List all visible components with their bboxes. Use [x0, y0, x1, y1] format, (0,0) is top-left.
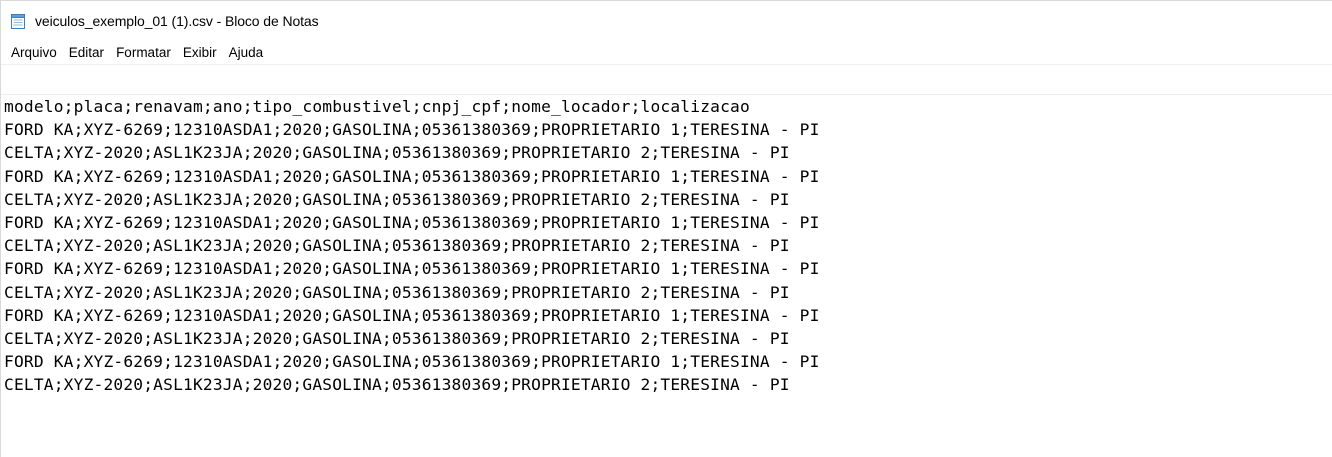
text-line: CELTA;XYZ-2020;ASL1K23JA;2020;GASOLINA;0…: [4, 143, 790, 163]
text-line: FORD KA;XYZ-6269;12310ASDA1;2020;GASOLIN…: [4, 259, 820, 279]
window-title: veiculos_exemplo_01 (1).csv - Bloco de N…: [35, 13, 319, 29]
text-line: FORD KA;XYZ-6269;12310ASDA1;2020;GASOLIN…: [4, 305, 820, 325]
text-editor-area[interactable]: modelo;placa;renavam;ano;tipo_combustive…: [1, 94, 1332, 457]
text-line: CELTA;XYZ-2020;ASL1K23JA;2020;GASOLINA;0…: [4, 189, 790, 209]
text-line: CELTA;XYZ-2020;ASL1K23JA;2020;GASOLINA;0…: [4, 375, 790, 395]
title-bar[interactable]: veiculos_exemplo_01 (1).csv - Bloco de N…: [1, 1, 1332, 41]
menu-formatar[interactable]: Formatar: [110, 43, 177, 62]
menu-exibir[interactable]: Exibir: [177, 43, 223, 62]
menu-editar[interactable]: Editar: [63, 43, 110, 62]
text-line: FORD KA;XYZ-6269;12310ASDA1;2020;GASOLIN…: [4, 212, 820, 232]
text-line: CELTA;XYZ-2020;ASL1K23JA;2020;GASOLINA;0…: [4, 282, 790, 302]
menu-ajuda[interactable]: Ajuda: [223, 43, 270, 62]
text-line: CELTA;XYZ-2020;ASL1K23JA;2020;GASOLINA;0…: [4, 328, 790, 348]
menu-arquivo[interactable]: Arquivo: [5, 43, 63, 62]
text-line: CELTA;XYZ-2020;ASL1K23JA;2020;GASOLINA;0…: [4, 236, 790, 256]
notepad-window: veiculos_exemplo_01 (1).csv - Bloco de N…: [0, 0, 1332, 457]
menu-bar: Arquivo Editar Formatar Exibir Ajuda: [1, 41, 1332, 65]
text-line: FORD KA;XYZ-6269;12310ASDA1;2020;GASOLIN…: [4, 166, 820, 186]
text-line: modelo;placa;renavam;ano;tipo_combustive…: [4, 97, 750, 116]
text-line: FORD KA;XYZ-6269;12310ASDA1;2020;GASOLIN…: [4, 120, 820, 140]
notepad-icon: [9, 12, 27, 30]
text-line: FORD KA;XYZ-6269;12310ASDA1;2020;GASOLIN…: [4, 352, 820, 372]
